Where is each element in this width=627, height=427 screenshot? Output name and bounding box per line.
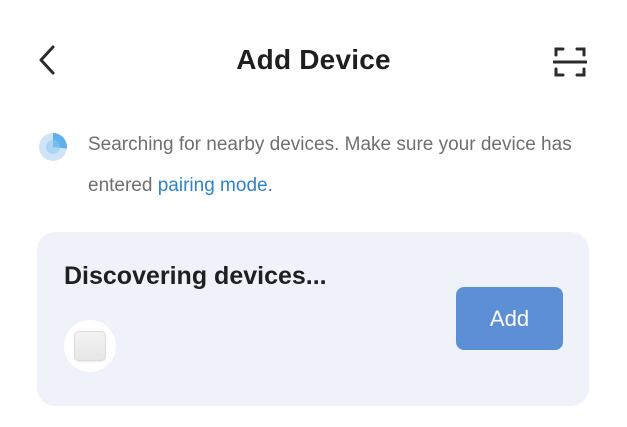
pairing-mode-link[interactable]: pairing mode	[158, 175, 268, 196]
scan-frame-icon	[553, 47, 587, 77]
header-bar: Add Device	[0, 0, 627, 120]
search-notice-text: Searching for nearby devices. Make sure …	[88, 124, 598, 206]
add-device-button[interactable]: Add	[456, 287, 563, 350]
discovering-title: Discovering devices...	[64, 262, 327, 290]
page-title: Add Device	[236, 44, 391, 75]
smart-device-icon	[74, 331, 106, 361]
discovery-card: Discovering devices... Add	[37, 232, 589, 406]
notice-text-suffix: .	[267, 175, 273, 196]
device-thumbnail[interactable]	[64, 320, 116, 372]
loading-spinner-icon	[39, 133, 67, 161]
scan-button[interactable]	[548, 40, 592, 84]
